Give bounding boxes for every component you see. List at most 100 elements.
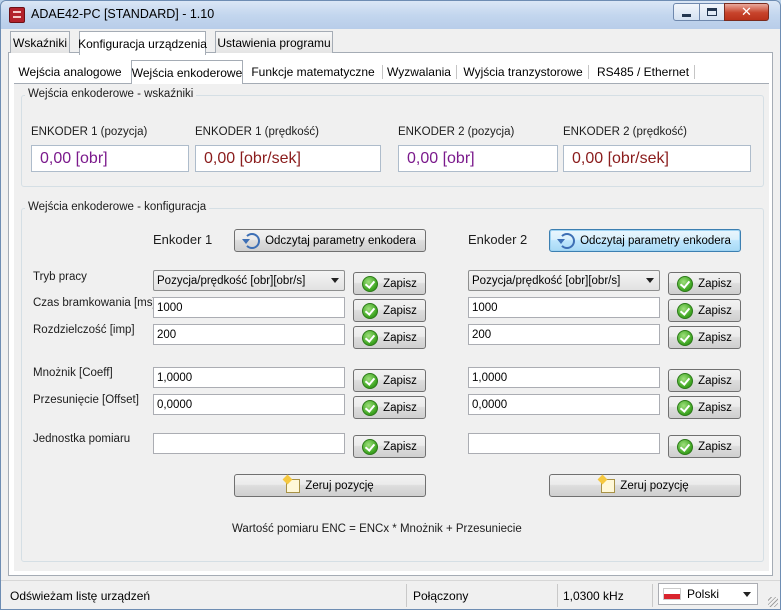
encoder2-resolution-save-button[interactable]: Zapisz — [668, 326, 741, 349]
subtab-separator — [694, 65, 695, 79]
encoder1-multiplier-input[interactable]: 1,0000 — [153, 367, 345, 388]
config-group-title: Wejścia enkoderowe - konfiguracja — [25, 201, 210, 213]
encoder1-resolution-save-button[interactable]: Zapisz — [353, 326, 426, 349]
encoder1-mode-save-button[interactable]: Zapisz — [353, 272, 426, 295]
check-icon — [677, 275, 694, 292]
check-icon — [362, 275, 379, 292]
check-icon — [362, 302, 379, 319]
status-separator — [406, 584, 407, 607]
check-icon — [677, 438, 694, 455]
check-icon — [677, 372, 694, 389]
save-label: Zapisz — [698, 401, 732, 414]
encoder1-position-value: 0,00 [obr] — [31, 145, 189, 172]
subtab-rs485-ethernet[interactable]: RS485 / Ethernet — [594, 60, 692, 84]
check-icon — [677, 329, 694, 346]
encoder2-mode-save-button[interactable]: Zapisz — [668, 272, 741, 295]
encoder2-mode-select[interactable]: Pozycja/prędkość [obr][obr/s] — [468, 270, 660, 291]
encoder1-offset-input[interactable]: 0,0000 — [153, 394, 345, 415]
language-value: Polski — [687, 587, 720, 601]
encoder1-offset-save-button[interactable]: Zapisz — [353, 396, 426, 419]
minimize-icon — [682, 13, 691, 17]
language-select[interactable]: Polski — [658, 583, 758, 605]
gate-time-label: Czas bramkowania [ms] — [33, 297, 156, 309]
maximize-icon — [707, 8, 717, 16]
encoder1-position-label: ENKODER 1 (pozycja) — [31, 126, 148, 138]
encoder1-resolution-input[interactable]: 200 — [153, 324, 345, 345]
encoder1-unit-save-button[interactable]: Zapisz — [353, 435, 426, 458]
encoder2-gate-time-save-button[interactable]: Zapisz — [668, 299, 741, 322]
encoder2-speed-value: 0,00 [obr/sek] — [563, 145, 751, 172]
subtab-separator — [382, 65, 383, 79]
measurement-formula: Wartość pomiaru ENC = ENCx * Mnożnik + P… — [232, 523, 522, 535]
refresh-icon — [242, 232, 261, 249]
read-params-label: Odczytaj parametry enkodera — [265, 234, 416, 247]
poland-flag-icon — [663, 588, 681, 600]
status-separator — [557, 584, 558, 607]
save-label: Zapisz — [383, 374, 417, 387]
status-bar: Odświeżam listę urządzeń Połączony 1,030… — [1, 580, 780, 609]
subtab-wyzwalania[interactable]: Wyzwalania — [386, 60, 452, 84]
encoder2-reset-position-button[interactable]: Zeruj pozycję — [549, 474, 741, 497]
encoder2-speed-label: ENKODER 2 (prędkość) — [563, 126, 687, 138]
save-label: Zapisz — [698, 440, 732, 453]
save-label: Zapisz — [698, 331, 732, 344]
encoder1-gate-time-save-button[interactable]: Zapisz — [353, 299, 426, 322]
encoder1-reset-position-button[interactable]: Zeruj pozycję — [234, 474, 426, 497]
encoder2-position-value: 0,00 [obr] — [398, 145, 558, 172]
indicators-group-title: Wejścia enkoderowe - wskaźniki — [25, 88, 197, 100]
encoder2-mode-value: Pozycja/prędkość [obr][obr/s] — [472, 274, 621, 287]
offset-label: Przesunięcie [Offset] — [33, 394, 139, 406]
frequency-readout: 1,0300 kHz — [563, 589, 624, 603]
subtab-wyjscia-tranzystorowe[interactable]: Wyjścia tranzystorowe — [462, 60, 584, 84]
encoder1-gate-time-input[interactable]: 1000 — [153, 297, 345, 318]
refresh-icon — [557, 232, 576, 249]
encoder2-multiplier-input[interactable]: 1,0000 — [468, 367, 660, 388]
maximize-button[interactable] — [699, 3, 725, 21]
status-message: Odświeżam listę urządzeń — [10, 589, 151, 603]
encoder1-read-params-button[interactable]: Odczytaj parametry enkodera — [234, 229, 426, 252]
encoder2-multiplier-save-button[interactable]: Zapisz — [668, 369, 741, 392]
resolution-label: Rozdzielczość [imp] — [33, 324, 135, 336]
encoder2-unit-save-button[interactable]: Zapisz — [668, 435, 741, 458]
chevron-down-icon — [331, 278, 339, 283]
reset-icon — [601, 478, 616, 493]
encoder1-multiplier-save-button[interactable]: Zapisz — [353, 369, 426, 392]
status-separator — [652, 584, 653, 607]
encoder2-unit-input[interactable] — [468, 433, 660, 454]
encoder1-speed-value: 0,00 [obr/sek] — [195, 145, 381, 172]
encoder1-mode-select[interactable]: Pozycja/prędkość [obr][obr/s] — [153, 270, 345, 291]
check-icon — [362, 399, 379, 416]
encoder2-resolution-input[interactable]: 200 — [468, 324, 660, 345]
subtab-funkcje-matematyczne[interactable]: Funkcje matematyczne — [251, 60, 375, 84]
resize-grip[interactable] — [768, 597, 778, 607]
save-label: Zapisz — [383, 304, 417, 317]
chevron-down-icon — [646, 278, 654, 283]
save-label: Zapisz — [383, 401, 417, 414]
encoder2-gate-time-input[interactable]: 1000 — [468, 297, 660, 318]
multiplier-label: Mnożnik [Coeff] — [33, 367, 113, 379]
encoder2-read-params-button[interactable]: Odczytaj parametry enkodera — [549, 229, 741, 252]
chevron-down-icon — [743, 592, 751, 597]
minimize-button[interactable] — [673, 3, 700, 21]
check-icon — [362, 372, 379, 389]
encoder1-unit-input[interactable] — [153, 433, 345, 454]
app-logo-icon — [9, 7, 25, 23]
save-label: Zapisz — [698, 374, 732, 387]
encoder2-offset-save-button[interactable]: Zapisz — [668, 396, 741, 419]
tab-ustawienia-programu[interactable]: Ustawienia programu — [215, 31, 333, 53]
save-label: Zapisz — [698, 304, 732, 317]
check-icon — [677, 399, 694, 416]
window-title: ADAE42-PC [STANDARD] - 1.10 — [31, 7, 215, 21]
encoder1-speed-label: ENKODER 1 (prędkość) — [195, 126, 319, 138]
close-button[interactable]: ✕ — [724, 3, 769, 21]
tab-wskazniki[interactable]: Wskaźniki — [10, 31, 70, 53]
subtab-wejscia-analogowe[interactable]: Wejścia analogowe — [17, 60, 123, 84]
subtab-wejscia-enkoderowe[interactable]: Wejścia enkoderowe — [131, 60, 243, 84]
encoder2-position-label: ENKODER 2 (pozycja) — [398, 126, 515, 138]
indicators-groupbox — [21, 95, 764, 187]
check-icon — [677, 302, 694, 319]
save-label: Zapisz — [383, 277, 417, 290]
encoder2-offset-input[interactable]: 0,0000 — [468, 394, 660, 415]
save-label: Zapisz — [698, 277, 732, 290]
tab-konfiguracja-urzadzenia[interactable]: Konfiguracja urządzenia — [78, 31, 207, 55]
